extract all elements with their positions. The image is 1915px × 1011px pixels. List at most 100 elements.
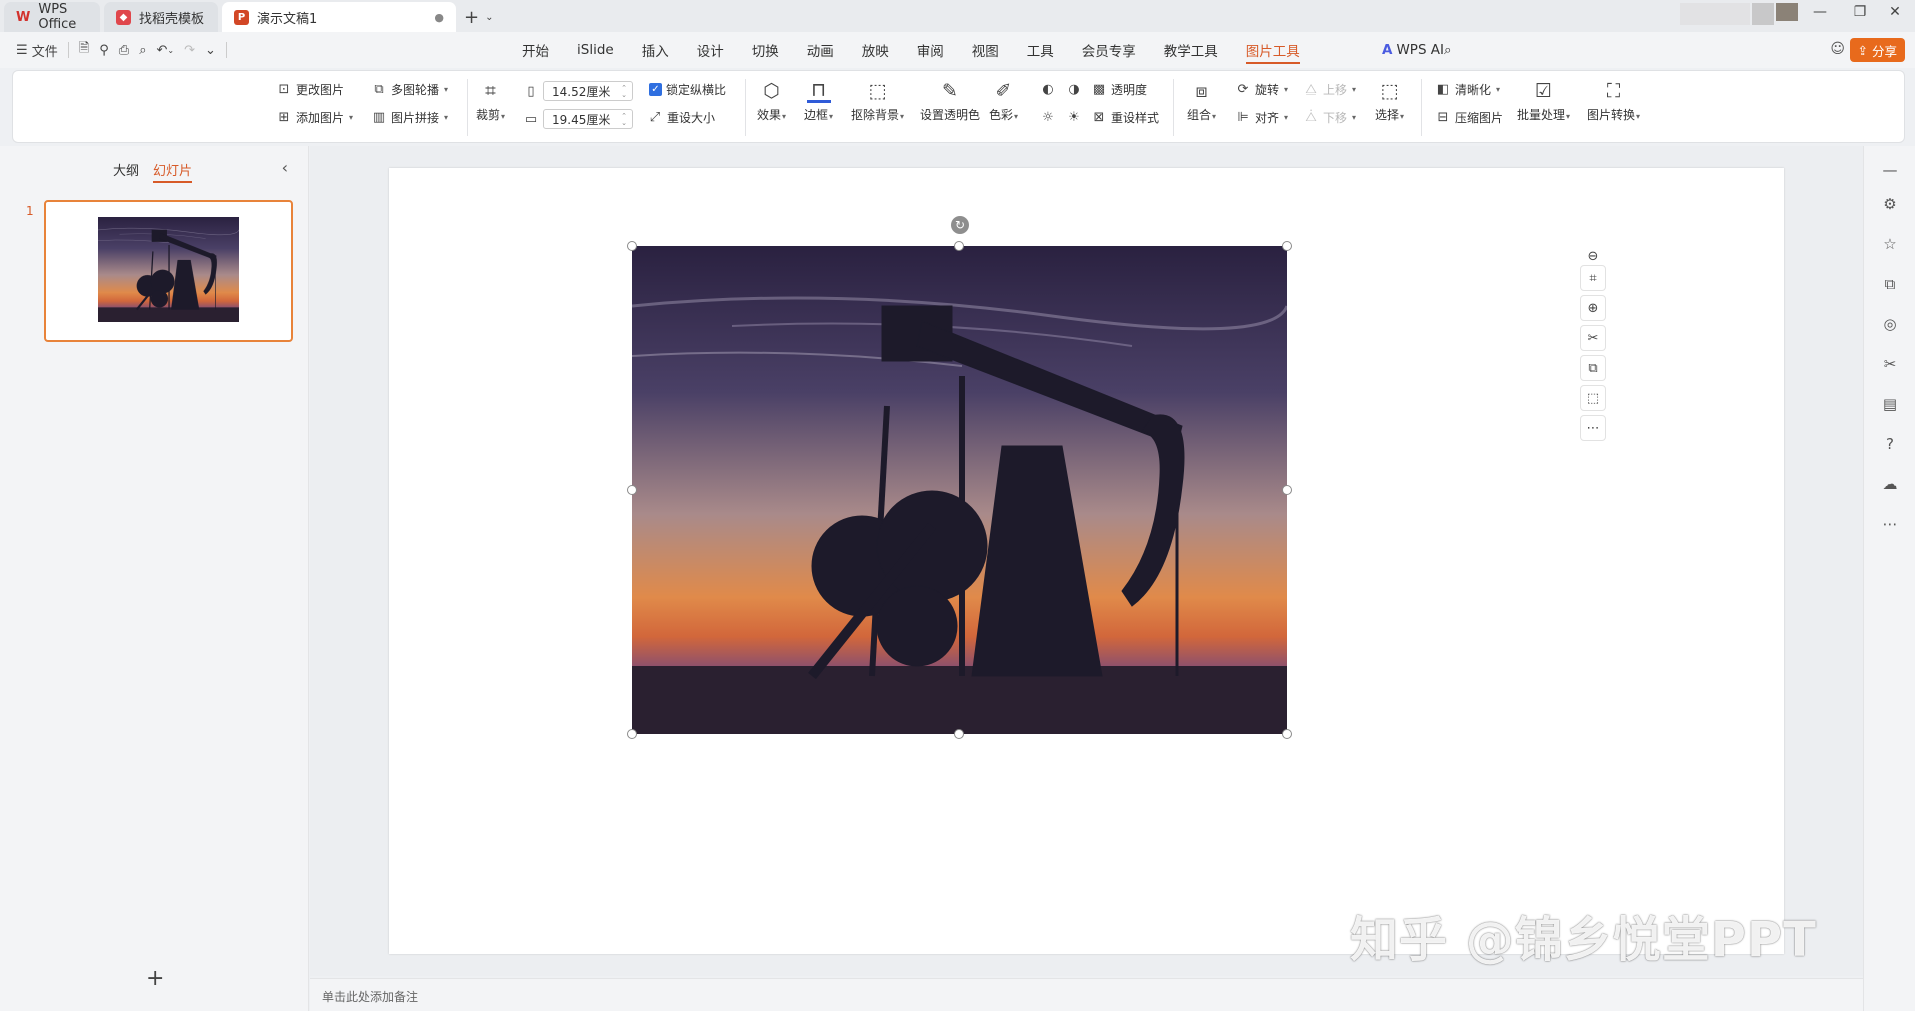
customize-icon[interactable]: ⌄ <box>205 43 216 58</box>
reset-size-button[interactable]: ⤢ 重设大小 <box>647 109 715 126</box>
remove-background-button[interactable]: ⬚ 抠除背景▾ <box>851 79 904 123</box>
design-icon[interactable]: ⧉ <box>1878 272 1902 296</box>
ribbon-tab[interactable]: 会员专享 <box>1082 32 1136 68</box>
send-backward-button[interactable]: ⧊ 下移 ▾ <box>1303 109 1356 126</box>
float-replace-icon[interactable]: ⧉ <box>1580 355 1606 381</box>
tab-presentation[interactable]: P 演示文稿1 ● <box>222 2 456 32</box>
width-input[interactable]: 14.52厘米 <box>543 81 633 101</box>
group-button[interactable]: ⧈ 组合▾ <box>1187 79 1216 123</box>
set-transparent-color-button[interactable]: ✎ 设置透明色 <box>920 79 980 123</box>
ribbon-tab[interactable]: 插入 <box>642 32 669 68</box>
tab-slides[interactable]: 幻灯片 <box>153 160 193 183</box>
rotate-button[interactable]: ⟳ 旋转 ▾ <box>1235 81 1288 98</box>
contrast-less-button[interactable]: ◑ <box>1066 81 1082 97</box>
tab-label: 演示文稿1 <box>257 11 318 27</box>
slide-thumbnail[interactable] <box>44 200 293 342</box>
resize-handle[interactable] <box>1282 485 1292 495</box>
undo-icon[interactable]: ↶ ⌄ <box>156 43 174 58</box>
ribbon-tab[interactable]: iSlide <box>577 32 614 68</box>
notes-field[interactable]: 单击此处添加备注 <box>310 978 1863 1011</box>
brightness-more-button[interactable]: ◐ <box>1040 81 1056 97</box>
tab-dot-icon[interactable]: ● <box>434 11 444 24</box>
sharpen-button[interactable]: ◧ 清晰化 ▾ <box>1435 81 1500 98</box>
share-cloud-icon[interactable]: ☁ <box>1878 472 1902 496</box>
rotate-handle-icon[interactable]: ↻ <box>951 216 969 234</box>
float-remove-bg-icon[interactable]: ⬚ <box>1580 385 1606 411</box>
tab-outline[interactable]: 大纲 <box>113 160 139 183</box>
minimize-icon[interactable]: — <box>1805 4 1835 20</box>
transparency-button[interactable]: ▩ 透明度 <box>1091 81 1147 98</box>
resize-handle[interactable] <box>627 729 637 739</box>
print-icon[interactable]: ⎙ <box>119 43 129 58</box>
lock-ratio-checkbox[interactable]: ✓ 锁定纵横比 <box>649 81 726 98</box>
save-icon[interactable]: 🗎 <box>79 39 89 61</box>
resize-handle[interactable] <box>954 729 964 739</box>
message-icon[interactable]: ☺ <box>1830 41 1845 57</box>
selected-picture[interactable] <box>632 246 1287 734</box>
add-slide-button[interactable]: + <box>146 966 164 991</box>
avatar[interactable] <box>1776 3 1798 21</box>
select-button[interactable]: ⬚ 选择▾ <box>1375 79 1404 123</box>
add-picture-button[interactable]: ⊞ 添加图片 ▾ <box>276 109 353 126</box>
height-input[interactable]: 19.45厘米 <box>543 109 633 129</box>
resize-handle[interactable] <box>954 241 964 251</box>
properties-icon[interactable]: ⚙ <box>1878 192 1902 216</box>
star-icon[interactable]: ☆ <box>1878 232 1902 256</box>
align-button[interactable]: ⊫ 对齐 ▾ <box>1235 109 1288 126</box>
collapse-sidebar-icon[interactable]: — <box>1878 158 1902 182</box>
resize-handle[interactable] <box>627 485 637 495</box>
resize-handle[interactable] <box>1282 729 1292 739</box>
file-menu[interactable]: ☰ 文件 <box>16 41 58 60</box>
tab-wps-office[interactable]: W WPS Office <box>4 2 100 32</box>
ribbon-tab[interactable]: 开始 <box>522 32 549 68</box>
compress-picture-button[interactable]: ⊟ 压缩图片 <box>1435 109 1503 126</box>
tab-template[interactable]: ◆ 找稻壳模板 <box>104 2 218 32</box>
reset-style-button[interactable]: ⊠ 重设样式 <box>1091 109 1159 126</box>
float-crop-icon[interactable]: ⌗ <box>1580 265 1606 291</box>
effects-button[interactable]: ⬡ 效果▾ <box>757 79 786 123</box>
restore-icon[interactable]: ❐ <box>1845 4 1875 20</box>
picture-collage-button[interactable]: ▥ 图片拼接 ▾ <box>371 109 448 126</box>
ribbon-tab[interactable]: 教学工具 <box>1164 32 1218 68</box>
picture-convert-button[interactable]: ⛶ 图片转换▾ <box>1587 79 1640 123</box>
resize-handle[interactable] <box>627 241 637 251</box>
more-icon[interactable]: ⋯ <box>1878 512 1902 536</box>
ribbon-tab[interactable]: 放映 <box>862 32 889 68</box>
float-tools-icon[interactable]: ✂ <box>1580 325 1606 351</box>
watermark: 知乎 @锦乡悦堂PPT <box>1350 912 1817 968</box>
ribbon-tab[interactable]: 切换 <box>752 32 779 68</box>
help-icon[interactable]: ? <box>1878 432 1902 456</box>
ribbon-tab[interactable]: 图片工具 <box>1245 32 1300 68</box>
slide-canvas[interactable]: ↻ ⊖ ⌗ ⊕ ✂ ⧉ ⬚ ⋯ <box>389 168 1784 954</box>
multi-carousel-button[interactable]: ⧉ 多图轮播 ▾ <box>371 81 448 98</box>
change-picture-button[interactable]: ⊡ 更改图片 <box>276 81 344 98</box>
brightness-up-button[interactable]: ☼ <box>1040 109 1056 125</box>
border-button[interactable]: ⊓ 边框▾ <box>804 79 833 123</box>
new-tab-button[interactable]: + ⌄ <box>456 2 501 32</box>
animation-icon[interactable]: ◎ <box>1878 312 1902 336</box>
share-button[interactable]: ⇪ 分享 <box>1849 38 1905 62</box>
ribbon-tab[interactable]: 审阅 <box>917 32 944 68</box>
bring-forward-button[interactable]: ⧋ 上移 ▾ <box>1303 81 1356 98</box>
share-doc-icon[interactable]: ⚲ <box>99 43 109 58</box>
search-icon[interactable]: ⌕ <box>1444 32 1452 68</box>
crop-button[interactable]: ⌗ 裁剪▾ <box>476 79 505 123</box>
tools-icon[interactable]: ✂ <box>1878 352 1902 376</box>
chevron-down-icon: ⌄ <box>485 11 494 23</box>
ribbon-tab[interactable]: 动画 <box>807 32 834 68</box>
book-icon[interactable]: ▤ <box>1878 392 1902 416</box>
ribbon-tab[interactable]: 视图 <box>972 32 999 68</box>
ribbon-tab[interactable]: 工具 <box>1027 32 1054 68</box>
brightness-down-button[interactable]: ☀ <box>1066 109 1082 125</box>
redo-icon[interactable]: ↷ <box>184 43 195 58</box>
collapse-panel-icon[interactable]: ‹ <box>282 158 288 177</box>
close-icon[interactable]: ✕ <box>1880 4 1910 20</box>
resize-handle[interactable] <box>1282 241 1292 251</box>
float-zoom-icon[interactable]: ⊕ <box>1580 295 1606 321</box>
print-preview-icon[interactable]: ⌕ <box>139 43 146 58</box>
color-button[interactable]: ✐ 色彩▾ <box>989 79 1018 123</box>
ribbon-tab[interactable]: 设计 <box>697 32 724 68</box>
wps-ai-tab[interactable]: A WPS AI <box>1382 32 1444 68</box>
batch-process-button[interactable]: ☑ 批量处理▾ <box>1517 79 1570 123</box>
float-more-icon[interactable]: ⋯ <box>1580 415 1606 441</box>
